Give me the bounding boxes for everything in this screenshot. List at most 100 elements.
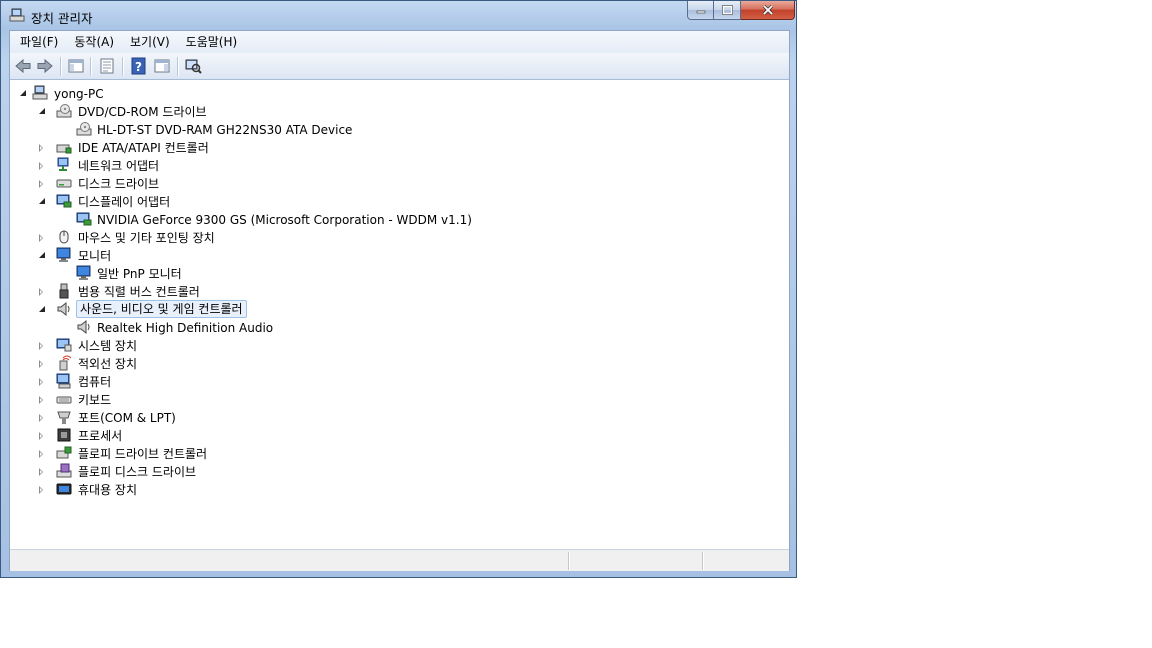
title-bar[interactable]: 장치 관리자 (1, 1, 796, 29)
tree-item-label: HL-DT-ST DVD-RAM GH22NS30 ATA Device (97, 123, 353, 137)
close-button[interactable] (741, 1, 795, 20)
tree-category-item[interactable]: 휴대용 장치 (39, 481, 759, 499)
show-hide-tree-icon[interactable] (67, 57, 85, 75)
tree-category-item[interactable]: 프로세서 (39, 427, 759, 445)
floppy-drive-icon (56, 463, 72, 478)
minimize-icon (696, 10, 705, 14)
tree-category-item[interactable]: 디스플레이 어댑터 (39, 193, 759, 211)
expand-toggle[interactable] (39, 486, 43, 494)
scan-hardware-icon[interactable] (184, 57, 202, 75)
maximize-button[interactable] (714, 1, 741, 20)
status-bar (10, 549, 789, 571)
keyboard-icon (56, 396, 72, 404)
mouse-icon (59, 230, 69, 244)
expand-toggle[interactable] (39, 288, 43, 296)
tree-item-label: 모니터 (78, 249, 112, 263)
minimize-button[interactable] (687, 1, 714, 20)
tree-item-label: 시스템 장치 (78, 339, 138, 353)
expand-toggle[interactable] (39, 360, 43, 368)
tree-item-label: 포트(COM & LPT) (78, 411, 176, 425)
floppy-controller-icon (56, 446, 72, 459)
expand-toggle[interactable] (39, 234, 43, 242)
computer-icon (32, 85, 48, 100)
tree-device-item[interactable]: NVIDIA GeForce 9300 GS (Microsoft Corpor… (58, 211, 778, 229)
port-icon (57, 411, 71, 424)
tree-item-label: Realtek High Definition Audio (97, 321, 274, 335)
expand-toggle[interactable] (39, 180, 43, 188)
tree-category-item[interactable]: 시스템 장치 (39, 337, 759, 355)
device-manager-window: 장치 관리자 파일(F) 동작(A) 보기(V) 도움말(H) ? yong-P… (0, 0, 797, 578)
expand-toggle[interactable] (39, 342, 43, 350)
tree-category-item[interactable]: 컴퓨터 (39, 373, 759, 391)
tree-item-label: 사운드, 비디오 및 게임 컨트롤러 (76, 300, 247, 318)
client-area: 파일(F) 동작(A) 보기(V) 도움말(H) ? yong-PC DVD/C (9, 30, 790, 571)
tree-item-label: DVD/CD-ROM 드라이브 (78, 105, 207, 119)
expand-toggle[interactable] (39, 144, 43, 152)
tree-category-item[interactable]: 디스크 드라이브 (39, 175, 759, 193)
tree-root[interactable]: yong-PC (20, 85, 140, 103)
expand-toggle[interactable] (39, 468, 43, 476)
tree-item-label: 적외선 장치 (78, 357, 138, 371)
optical-drive-icon (56, 104, 72, 118)
monitor-icon (76, 265, 91, 280)
collapse-toggle[interactable] (39, 198, 45, 204)
collapse-toggle[interactable] (39, 252, 45, 258)
speaker-icon (77, 319, 90, 335)
tree-category-item[interactable]: 포트(COM & LPT) (39, 409, 759, 427)
tree-category-item[interactable]: 모니터 (39, 247, 759, 265)
ide-controller-icon (56, 144, 72, 154)
forward-icon[interactable] (36, 57, 54, 75)
tree-device-item[interactable]: HL-DT-ST DVD-RAM GH22NS30 ATA Device (58, 121, 778, 139)
tree-item-label: 컴퓨터 (78, 375, 112, 389)
monitor-icon (56, 247, 71, 262)
help-icon[interactable]: ? (130, 57, 148, 75)
network-adapter-icon (57, 157, 69, 171)
expand-toggle[interactable] (39, 162, 43, 170)
tree-item-label: 플로피 디스크 드라이브 (78, 465, 197, 479)
display-adapter-icon (56, 194, 72, 208)
expand-toggle[interactable] (39, 396, 43, 404)
properties-icon[interactable] (98, 57, 116, 75)
menu-help[interactable]: 도움말(H) (178, 31, 246, 53)
device-tree[interactable]: yong-PC DVD/CD-ROM 드라이브 HL-DT-ST DVD-RAM … (10, 81, 789, 549)
tree-category-item[interactable]: 네트워크 어댑터 (39, 157, 759, 175)
tree-category-item[interactable]: DVD/CD-ROM 드라이브 (39, 103, 759, 121)
tree-category-item[interactable]: 플로피 드라이브 컨트롤러 (39, 445, 759, 463)
processor-icon (57, 428, 71, 442)
tree-category-item[interactable]: 마우스 및 기타 포인팅 장치 (39, 229, 759, 247)
tree-item-label: 플로피 드라이브 컨트롤러 (78, 447, 208, 461)
action-pane-icon[interactable] (153, 57, 171, 75)
back-icon[interactable] (14, 57, 32, 75)
tree-category-item[interactable]: 사운드, 비디오 및 게임 컨트롤러 (39, 300, 759, 319)
menu-bar: 파일(F) 동작(A) 보기(V) 도움말(H) (10, 31, 789, 53)
window-title: 장치 관리자 (31, 11, 93, 26)
expand-toggle[interactable] (39, 414, 43, 422)
expand-toggle[interactable] (39, 432, 43, 440)
tree-category-item[interactable]: 키보드 (39, 391, 759, 409)
expand-toggle[interactable] (39, 378, 43, 386)
tree-item-label: NVIDIA GeForce 9300 GS (Microsoft Corpor… (97, 213, 472, 227)
tree-item-label: 키보드 (78, 393, 112, 407)
tree-category-item[interactable]: 적외선 장치 (39, 355, 759, 373)
tree-item-label: 휴대용 장치 (78, 483, 138, 497)
menu-action[interactable]: 동작(A) (66, 31, 122, 53)
tree-item-label: 일반 PnP 모니터 (97, 267, 182, 281)
expand-toggle[interactable] (39, 450, 43, 458)
collapse-toggle[interactable] (39, 306, 45, 312)
tree-category-item[interactable]: IDE ATA/ATAPI 컨트롤러 (39, 139, 759, 157)
menu-file[interactable]: 파일(F) (10, 31, 66, 53)
maximize-icon (721, 5, 733, 15)
tree-device-item[interactable]: 일반 PnP 모니터 (58, 265, 778, 283)
svg-text:?: ? (135, 60, 142, 74)
tree-category-item[interactable]: 범용 직렬 버스 컨트롤러 (39, 283, 759, 301)
tree-item-label: 범용 직렬 버스 컨트롤러 (78, 285, 200, 299)
speaker-icon (57, 301, 70, 317)
tree-item-label: 디스플레이 어댑터 (78, 195, 171, 209)
menu-view[interactable]: 보기(V) (122, 31, 178, 53)
tree-item-label: 마우스 및 기타 포인팅 장치 (78, 231, 215, 245)
collapse-toggle[interactable] (39, 108, 45, 114)
tree-device-item[interactable]: Realtek High Definition Audio (58, 319, 778, 337)
expand-toggle[interactable] (20, 90, 26, 96)
disk-drive-icon (56, 179, 72, 188)
tree-category-item[interactable]: 플로피 디스크 드라이브 (39, 463, 759, 481)
